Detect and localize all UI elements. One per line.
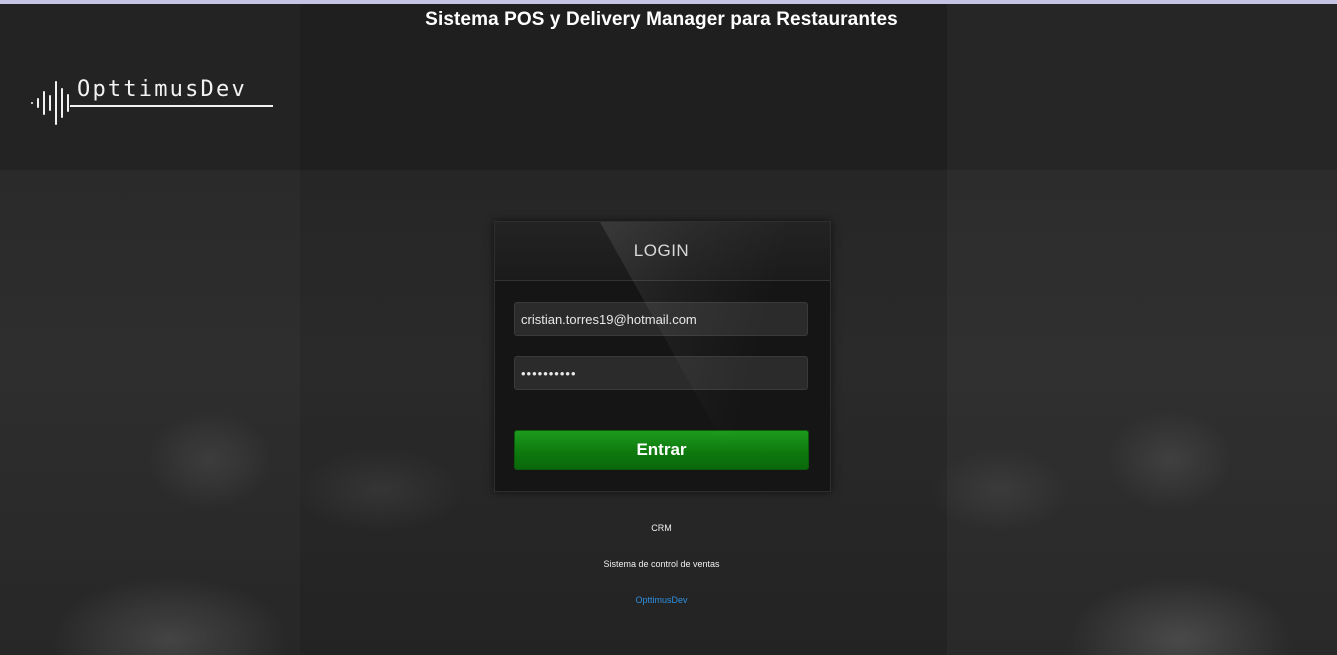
- sound-wave-icon: [31, 81, 69, 125]
- footer-subtitle: Sistema de control de ventas: [603, 559, 720, 569]
- login-panel-header: LOGIN: [495, 222, 830, 281]
- email-field[interactable]: [514, 302, 808, 336]
- login-panel: LOGIN Entrar: [494, 221, 831, 492]
- footer-brand-link[interactable]: OpttimusDev: [0, 595, 1323, 605]
- app-title: Sistema POS y Delivery Manager para Rest…: [425, 9, 898, 30]
- logo-text: OpttimusDev: [77, 77, 247, 102]
- logo-underline: [70, 105, 273, 107]
- password-field[interactable]: [514, 356, 808, 390]
- login-title: LOGIN: [633, 241, 690, 260]
- login-submit-button[interactable]: Entrar: [514, 430, 809, 470]
- brand-logo: OpttimusDev: [30, 77, 280, 128]
- top-border: [0, 0, 1337, 4]
- background-right-panel: [947, 0, 1337, 655]
- login-page: Sistema POS y Delivery Manager para Rest…: [0, 0, 1337, 655]
- footer-crm-label: CRM: [651, 523, 672, 533]
